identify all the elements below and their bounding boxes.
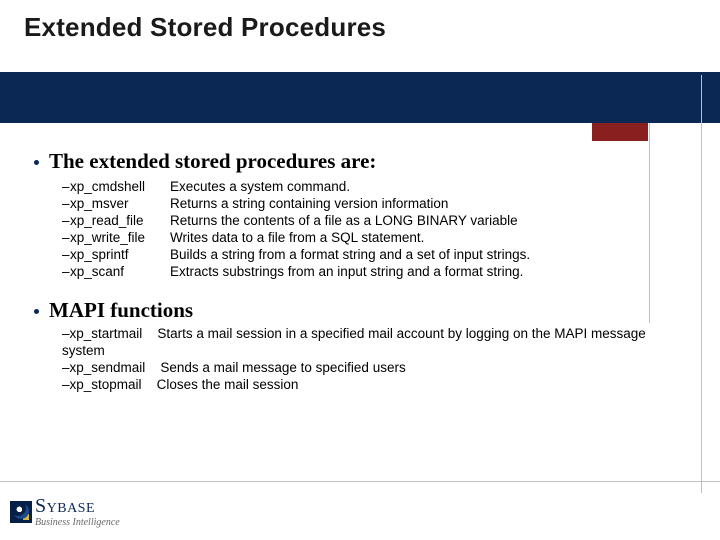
list-item: –xp_cmdshellExecutes a system command. bbox=[62, 178, 674, 195]
proc-desc: Writes data to a file from a SQL stateme… bbox=[170, 229, 674, 246]
proc-name: xp_sprintf bbox=[70, 246, 170, 263]
title-bar-navy bbox=[0, 72, 720, 123]
dash-icon: – bbox=[62, 178, 70, 195]
dash-icon: – bbox=[62, 326, 70, 341]
proc-name: xp_cmdshell bbox=[70, 178, 170, 195]
slide-title: Extended Stored Procedures bbox=[24, 12, 386, 43]
proc-desc: Builds a string from a format string and… bbox=[170, 246, 674, 263]
dash-icon: – bbox=[62, 263, 70, 280]
proc-desc: Returns a string containing version info… bbox=[170, 195, 674, 212]
proc-desc: Extracts substrings from an input string… bbox=[170, 263, 674, 280]
proc-desc: Closes the mail session bbox=[157, 377, 299, 392]
extended-list: –xp_cmdshellExecutes a system command. –… bbox=[62, 178, 674, 280]
dash-icon: – bbox=[62, 377, 70, 392]
dash-icon: – bbox=[62, 360, 70, 375]
proc-name: xp_read_file bbox=[70, 212, 170, 229]
slide: Extended Stored Procedures The extended … bbox=[0, 0, 720, 540]
proc-name: xp_startmail bbox=[70, 326, 143, 341]
bullet-dot-icon bbox=[34, 309, 39, 314]
list-item: –xp_scanfExtracts substrings from an inp… bbox=[62, 263, 674, 280]
slide-body: The extended stored procedures are: –xp_… bbox=[34, 145, 674, 393]
list-item: –xp_msverReturns a string containing ver… bbox=[62, 195, 674, 212]
dash-icon: – bbox=[62, 195, 70, 212]
proc-name: xp_write_file bbox=[70, 229, 170, 246]
mapi-list: –xp_startmail Starts a mail session in a… bbox=[62, 325, 662, 393]
bullet-heading: The extended stored procedures are: bbox=[49, 149, 376, 174]
vertical-rule-outer bbox=[701, 75, 702, 493]
dash-icon: – bbox=[62, 229, 70, 246]
footer-rule bbox=[0, 481, 720, 482]
proc-desc: Returns the contents of a file as a LONG… bbox=[170, 212, 674, 229]
dash-icon: – bbox=[62, 246, 70, 263]
logo-tagline: Business Intelligence bbox=[35, 518, 120, 528]
bullet-dot-icon bbox=[34, 160, 39, 165]
bullet-mapi: MAPI functions bbox=[34, 298, 674, 323]
proc-desc: Starts a mail session in a specified mai… bbox=[62, 326, 646, 358]
proc-name: xp_sendmail bbox=[70, 360, 146, 375]
logo-text: SYBASE Business Intelligence bbox=[35, 496, 120, 528]
bullet-heading: MAPI functions bbox=[49, 298, 193, 323]
bullet-extended: The extended stored procedures are: bbox=[34, 149, 674, 174]
title-bar-maroon bbox=[592, 123, 648, 141]
list-item: –xp_sprintfBuilds a string from a format… bbox=[62, 246, 674, 263]
sybase-logo: SYBASE Business Intelligence bbox=[10, 496, 120, 528]
list-item: –xp_read_fileReturns the contents of a f… bbox=[62, 212, 674, 229]
list-item: –xp_write_fileWrites data to a file from… bbox=[62, 229, 674, 246]
proc-name: xp_msver bbox=[70, 195, 170, 212]
dash-icon: – bbox=[62, 212, 70, 229]
logo-mark-icon bbox=[10, 501, 32, 523]
proc-name: xp_scanf bbox=[70, 263, 170, 280]
proc-desc: Sends a mail message to specified users bbox=[160, 360, 405, 375]
proc-name: xp_stopmail bbox=[70, 377, 142, 392]
logo-brand: SYBASE bbox=[35, 496, 120, 516]
proc-desc: Executes a system command. bbox=[170, 178, 674, 195]
